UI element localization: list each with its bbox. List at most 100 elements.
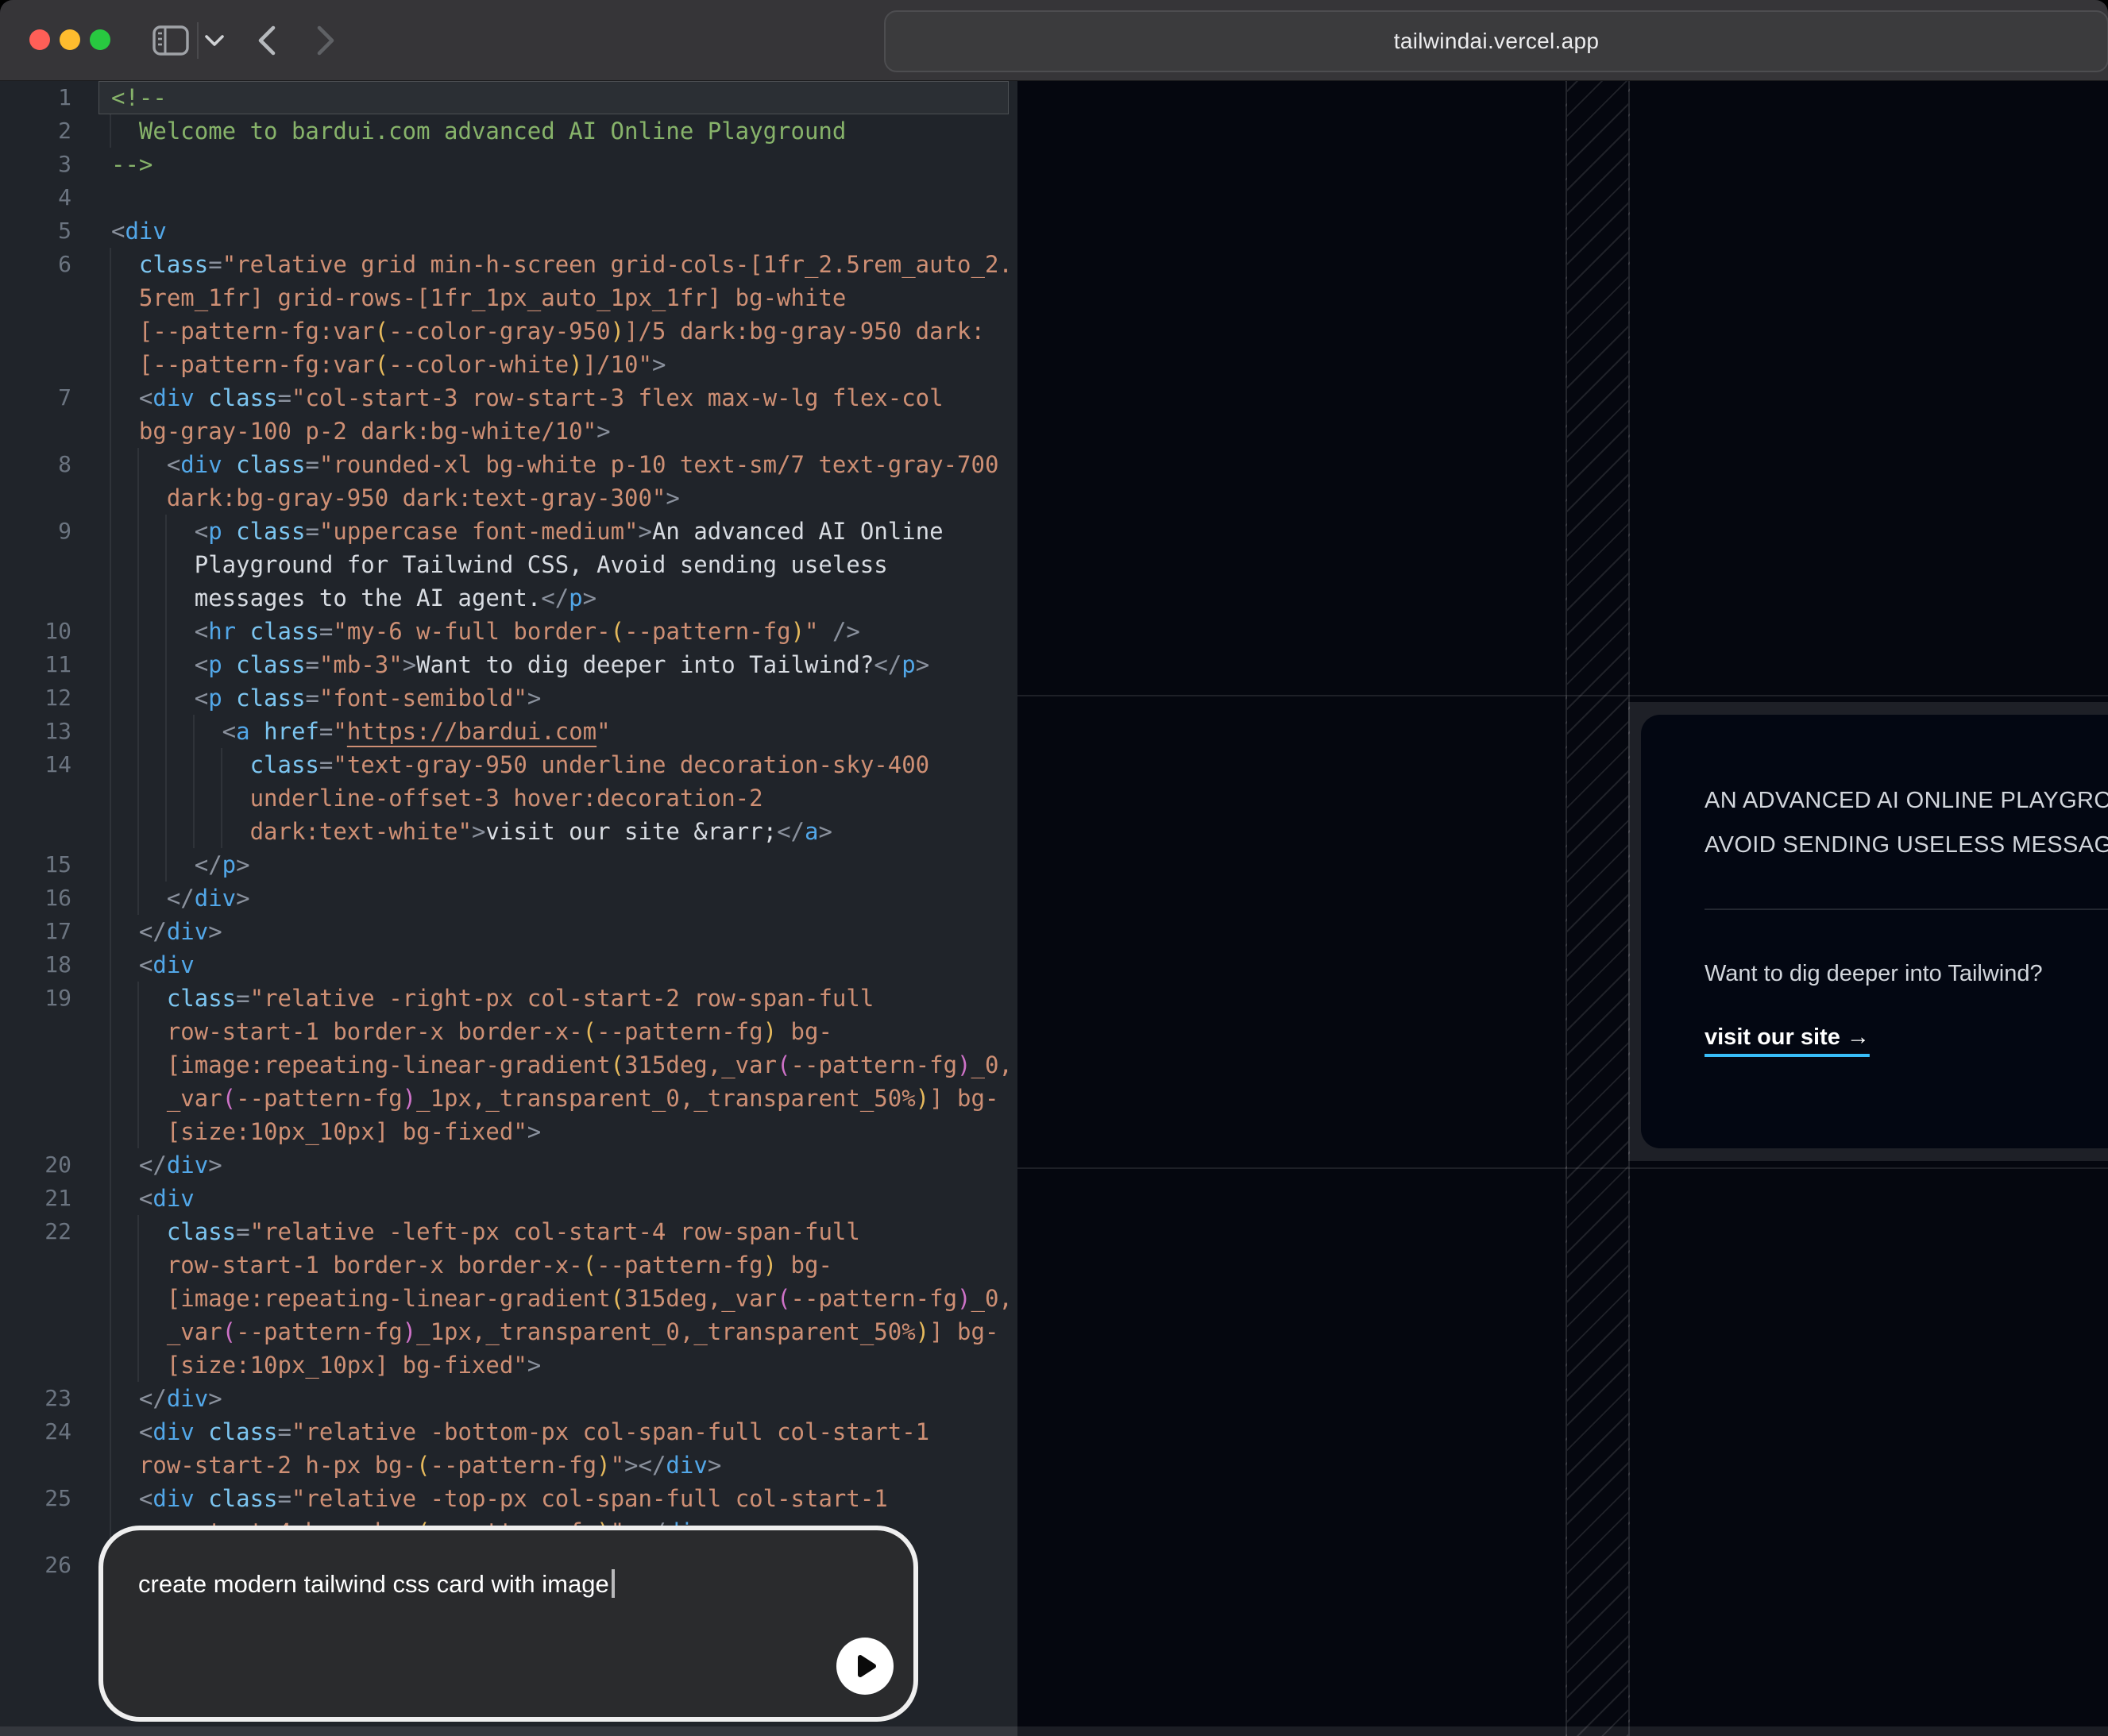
code-line: dark:bg-gray-950 dark:text-gray-300"> [0, 481, 1017, 515]
line-number: 11 [0, 648, 71, 681]
code-line-text: <!-- [111, 81, 167, 114]
code-line: row-start-1 border-x border-x-(--pattern… [0, 1248, 1017, 1282]
line-number: 24 [0, 1415, 71, 1449]
code-line-text: </div> [111, 915, 222, 948]
code-line: 9 <p class="uppercase font-medium">An adv… [0, 515, 1017, 548]
code-line-text: dark:bg-gray-950 dark:text-gray-300"> [111, 481, 680, 515]
line-number: 2 [0, 114, 71, 148]
code-line: [size:10px_10px] bg-fixed"> [0, 1348, 1017, 1382]
sidebar-icon [153, 25, 189, 56]
code-line-text: row-start-2 h-px bg-(--pattern-fg)"></di… [111, 1449, 721, 1482]
submit-prompt-button[interactable] [836, 1638, 894, 1695]
code-line: 15</p> [0, 848, 1017, 882]
card-outer: AN ADVANCED AI ONLINE PLAYGROUND FOR TAI… [1628, 702, 2108, 1161]
line-number: 1 [0, 81, 71, 114]
back-button[interactable] [246, 0, 286, 80]
code-line: 20</div> [0, 1148, 1017, 1182]
line-number: 19 [0, 982, 71, 1015]
pattern-stripe [1566, 81, 1630, 1736]
code-line: _var(--pattern-fg)_1px,_transparent_0,_t… [0, 1315, 1017, 1348]
code-line-text: dark:text-white">visit our site &rarr;</… [111, 815, 832, 848]
code-line-text: row-start-1 border-x border-x-(--pattern… [111, 1248, 832, 1282]
code-line-text: </p> [111, 848, 250, 882]
code-line: 18<div [0, 948, 1017, 982]
line-number: 10 [0, 615, 71, 648]
code-line-text: Welcome to bardui.com advanced AI Online… [111, 114, 846, 148]
code-line-text: bg-gray-100 p-2 dark:bg-white/10"> [111, 415, 611, 448]
code-line: row-start-2 h-px bg-(--pattern-fg)"></di… [0, 1449, 1017, 1482]
prompt-input[interactable]: create modern tailwind css card with ima… [98, 1526, 918, 1722]
line-number: 5 [0, 214, 71, 248]
code-line: 21 <div [0, 1182, 1017, 1215]
code-line-text: class="text-gray-950 underline decoratio… [111, 748, 929, 781]
code-line: _var(--pattern-fg)_1px,_transparent_0,_t… [0, 1082, 1017, 1115]
sidebar-menu-button[interactable] [200, 0, 229, 80]
visit-site-link[interactable]: visit our site → [1705, 1015, 1870, 1059]
code-line-text: <div [111, 1182, 195, 1215]
code-line: 17</div> [0, 915, 1017, 948]
sidebar-toggle-button[interactable] [151, 0, 191, 80]
browser-window: tailwindai.vercel.app 1 <!-- 2 Welcome to b… [0, 0, 2108, 1736]
line-number: 8 [0, 448, 71, 481]
code-line-text: [--pattern-fg:var(--color-white)]/10"> [111, 348, 666, 381]
preview-pane: AN ADVANCED AI ONLINE PLAYGROUND FOR TAI… [1017, 81, 2108, 1736]
card-heading-line-1: AN ADVANCED AI ONLINE PLAYGROUND FOR TAI… [1705, 778, 2108, 823]
zoom-window-icon[interactable] [90, 29, 110, 50]
code-line: 25<div class="relative -top-px col-span-… [0, 1482, 1017, 1515]
address-bar[interactable]: tailwindai.vercel.app [884, 10, 2108, 72]
code-line-text: <a href="https://bardui.com" [111, 715, 611, 748]
code-line-text: messages to the AI agent.</p> [111, 581, 596, 615]
code-line-text: <div class="relative -bottom-px col-span… [111, 1415, 929, 1449]
code-line: 11 <p class="mb-3">Want to dig deeper int… [0, 648, 1017, 681]
code-line: 23</div> [0, 1382, 1017, 1415]
code-line: 2 Welcome to bardui.com advanced AI Onlin… [0, 114, 1017, 148]
window-bottom-edge [0, 1726, 2108, 1736]
code-line-text: </div> [111, 882, 250, 915]
code-rows: 1 <!-- 2 Welcome to bardui.com advanced AI … [0, 81, 1017, 1582]
minimize-window-icon[interactable] [60, 29, 80, 50]
line-number: 16 [0, 882, 71, 915]
code-line-text: [size:10px_10px] bg-fixed"> [111, 1348, 541, 1382]
code-line-text: <div [111, 214, 167, 248]
code-line: 6class="relative grid min-h-screen grid-… [0, 248, 1017, 281]
text-caret [612, 1569, 615, 1598]
code-line: [size:10px_10px] bg-fixed"> [0, 1115, 1017, 1148]
line-number: 18 [0, 948, 71, 982]
active-line-highlight [98, 81, 1009, 114]
code-line-text: [image:repeating-linear-gradient(315deg,… [111, 1048, 1013, 1082]
code-line-text: underline-offset-3 hover:decoration-2 [111, 781, 763, 815]
card-heading-line-2: AVOID SENDING USELESS MESSAGES TO THE AI… [1705, 823, 2108, 867]
code-line: 24 <div class="relative -bottom-px col-sp… [0, 1415, 1017, 1449]
code-line: dark:text-white">visit our site &rarr;</… [0, 815, 1017, 848]
code-line-text: <p class="mb-3">Want to dig deeper into … [111, 648, 929, 681]
code-line-text: <hr class="my-6 w-full border-(--pattern… [111, 615, 860, 648]
code-line-text: _var(--pattern-fg)_1px,_transparent_0,_t… [111, 1082, 998, 1115]
back-arrow-icon [254, 25, 278, 56]
code-editor[interactable]: 1 <!-- 2 Welcome to bardui.com advanced AI … [0, 81, 1017, 1736]
code-line: 7<div class="col-start-3 row-start-3 fle… [0, 381, 1017, 415]
code-line: bg-gray-100 p-2 dark:bg-white/10"> [0, 415, 1017, 448]
line-number: 9 [0, 515, 71, 548]
code-line: 22class="relative -left-px col-start-4 r… [0, 1215, 1017, 1248]
code-line-text: <p class="uppercase font-medium">An adva… [111, 515, 944, 548]
playground-card: AN ADVANCED AI ONLINE PLAYGROUND FOR TAI… [1641, 715, 2108, 1148]
code-line: [image:repeating-linear-gradient(315deg,… [0, 1048, 1017, 1082]
forward-button[interactable] [307, 0, 346, 80]
browser-toolbar: tailwindai.vercel.app [0, 0, 2108, 81]
code-line: [--pattern-fg:var(--color-gray-950)]/5 d… [0, 314, 1017, 348]
code-line-text: _var(--pattern-fg)_1px,_transparent_0,_t… [111, 1315, 998, 1348]
code-line: 13<a href="https://bardui.com" [0, 715, 1017, 748]
close-window-icon[interactable] [29, 29, 50, 50]
forward-arrow-icon [315, 25, 338, 56]
code-line-text: <div class="rounded-xl bg-white p-10 tex… [111, 448, 998, 481]
line-number: 3 [0, 148, 71, 181]
code-line-text: class="relative -right-px col-start-2 ro… [111, 982, 874, 1015]
line-number: 21 [0, 1182, 71, 1215]
line-number: 22 [0, 1215, 71, 1248]
card-divider [1705, 909, 2108, 910]
code-line-text: <p class="font-semibold"> [111, 681, 541, 715]
code-line: 12<p class="font-semibold"> [0, 681, 1017, 715]
code-line-text: Playground for Tailwind CSS, Avoid sendi… [111, 548, 888, 581]
code-line-text: row-start-1 border-x border-x-(--pattern… [111, 1015, 832, 1048]
code-line: row-start-1 border-x border-x-(--pattern… [0, 1015, 1017, 1048]
